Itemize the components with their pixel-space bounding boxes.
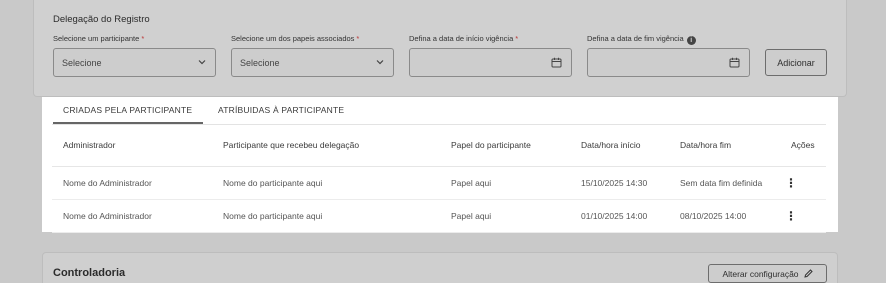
start-date-label: Defina a data de início vigência * (409, 34, 519, 43)
info-icon[interactable]: i (686, 36, 696, 45)
column-header: Data/hora início (570, 125, 669, 167)
controladoria-card: Controladoria Alterar configuração (42, 252, 838, 283)
chevron-down-icon (376, 58, 384, 68)
chevron-down-icon (198, 58, 206, 68)
participant-select-value: Selecione (62, 58, 102, 68)
column-header: Data/hora fim (669, 125, 780, 167)
role-label: Selecione um dos papeis associados * (231, 34, 360, 43)
add-button[interactable]: Adicionar (765, 49, 827, 76)
role-cell: Papel aqui (440, 166, 570, 200)
role-select-value: Selecione (240, 58, 280, 68)
role-select[interactable]: Selecione (231, 48, 394, 77)
kebab-menu-icon[interactable]: ⋮ (780, 166, 826, 200)
role-cell: Papel aqui (440, 199, 570, 233)
tab-bar: CRIADAS PELA PARTICIPANTE ATRÍBUIDAS À P… (52, 97, 826, 125)
column-header: Participante que recebeu delegação (212, 125, 440, 167)
participant-cell: Nome do participante aqui (212, 166, 440, 200)
start-date-input[interactable] (409, 48, 572, 77)
delegations-panel: CRIADAS PELA PARTICIPANTE ATRÍBUIDAS À P… (42, 97, 838, 233)
column-header: Administrador (52, 125, 212, 167)
tab-created-by-participant[interactable]: CRIADAS PELA PARTICIPANTE (52, 105, 204, 124)
alter-configuration-button[interactable]: Alterar configuração (708, 264, 827, 283)
end-date-input[interactable] (587, 48, 750, 77)
table-row: Nome do Administrador Nome do participan… (52, 199, 826, 233)
required-marker: * (141, 34, 145, 43)
start-datetime-cell: 01/10/2025 14:00 (570, 199, 669, 233)
pencil-icon (803, 269, 813, 278)
participant-select[interactable]: Selecione (53, 48, 216, 77)
end-date-label: Defina a data de fim vigência i (587, 34, 696, 45)
alter-configuration-label: Alterar configuração (722, 268, 799, 279)
calendar-icon[interactable] (551, 57, 562, 68)
start-datetime-cell: 15/10/2025 14:30 (570, 166, 669, 200)
end-datetime-cell: 08/10/2025 14:00 (669, 199, 780, 233)
table-row: Nome do Administrador Nome do participan… (52, 166, 826, 200)
controladoria-title: Controladoria (53, 267, 126, 279)
table-header-row: Administrador Participante que recebeu d… (52, 125, 826, 167)
required-marker: * (515, 34, 519, 43)
administrator-cell: Nome do Administrador (52, 166, 212, 200)
delegations-table: Administrador Participante que recebeu d… (52, 125, 826, 233)
column-header: Ações (780, 125, 826, 167)
column-header: Papel do participante (440, 125, 570, 167)
kebab-menu-icon[interactable]: ⋮ (780, 199, 826, 233)
participant-label: Selecione um participante * (53, 34, 145, 43)
administrator-cell: Nome do Administrador (52, 199, 212, 233)
end-datetime-cell: Sem data fim definida (669, 166, 780, 200)
calendar-icon[interactable] (729, 57, 740, 68)
section-title: Delegação do Registro (53, 14, 150, 25)
tab-assigned-to-participant[interactable]: ATRÍBUIDAS À PARTICIPANTE (218, 105, 344, 115)
participant-cell: Nome do participante aqui (212, 199, 440, 233)
required-marker: * (356, 34, 360, 43)
